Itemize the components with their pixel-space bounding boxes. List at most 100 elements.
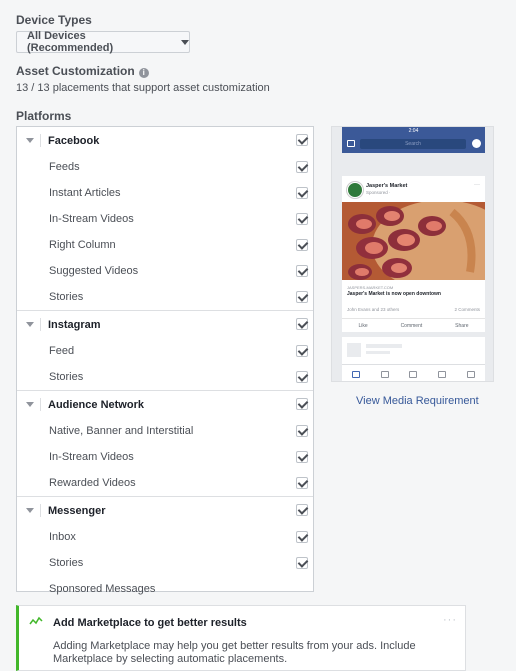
placement-row: Suggested Videos (17, 258, 313, 284)
ad-image (342, 202, 485, 280)
platform-name: Facebook (48, 134, 100, 147)
placement-checkbox[interactable] (296, 291, 308, 303)
collapse-triangle-icon[interactable] (26, 138, 34, 143)
notifications-icon (438, 370, 447, 378)
more-icon: ··· (474, 182, 480, 188)
placement-label: Stories (49, 291, 84, 303)
placement-row: Instant Articles (17, 180, 313, 206)
placement-row: Inbox (17, 524, 313, 550)
placement-checkbox[interactable] (296, 239, 308, 251)
placement-checkbox[interactable] (296, 213, 308, 225)
placement-row: Feed (17, 338, 313, 364)
placement-checkbox[interactable] (296, 345, 308, 357)
caret-down-icon (181, 39, 189, 45)
checkbox-facebook[interactable] (296, 134, 308, 146)
status-time: 2:04 (408, 128, 419, 134)
ad-url: JASPERS-MARKET.COM (347, 285, 394, 290)
placement-row: Native, Banner and Interstitial (17, 418, 313, 444)
placement-preview: 2:04 Search Jasper's Market Sponsored · … (331, 126, 494, 382)
collapse-triangle-icon[interactable] (26, 508, 34, 513)
sponsored-label: Sponsored · (366, 190, 391, 195)
placement-label: In-Stream Videos (49, 213, 134, 225)
divider (40, 318, 41, 331)
platform-header-messenger: Messenger (17, 497, 313, 524)
reactions-summary: John Evans and 23 others (347, 307, 400, 312)
checkbox-messenger[interactable] (296, 504, 308, 516)
phone-header: 2:04 Search (342, 127, 485, 153)
placement-row: Stories (17, 364, 313, 390)
placement-checkbox[interactable] (296, 161, 308, 173)
placement-row: Rewarded Videos (17, 470, 313, 496)
placement-row: In-Stream Videos (17, 444, 313, 470)
marketplace-icon (409, 370, 418, 378)
placeholder-post (342, 337, 485, 365)
placement-label: Inbox (49, 531, 76, 543)
platforms-label: Platforms (16, 109, 72, 123)
platform-section-instagram: Instagram Feed Stories (17, 311, 313, 391)
divider (40, 504, 41, 517)
placement-checkbox[interactable] (296, 187, 308, 199)
placement-checkbox[interactable] (296, 451, 308, 463)
placement-row: Sponsored Messages (17, 576, 313, 602)
device-types-dropdown[interactable]: All Devices (Recommended) (16, 30, 190, 54)
view-media-requirement-link[interactable]: View Media Requirement (356, 395, 479, 407)
comment-action: Comment (400, 322, 423, 329)
share-action: Share (455, 322, 469, 329)
placement-row: Feeds (17, 154, 313, 180)
like-action: Like (358, 322, 368, 329)
platforms-list: Facebook Feeds Instant Articles In-Strea… (16, 126, 314, 595)
platform-section-audience-network: Audience Network Native, Banner and Inte… (17, 391, 313, 497)
info-icon[interactable]: i (138, 68, 149, 78)
placement-label: Stories (49, 371, 84, 383)
placement-label: Feed (49, 345, 75, 357)
placement-label: Suggested Videos (49, 265, 139, 277)
placement-label: Feeds (49, 161, 80, 173)
placement-label: Right Column (49, 239, 116, 251)
asset-customization-summary: 13 / 13 placements that support asset cu… (16, 82, 270, 94)
messenger-icon (472, 139, 481, 148)
placement-checkbox[interactable] (296, 371, 308, 383)
device-types-label: Device Types (16, 13, 92, 27)
placement-label: Rewarded Videos (49, 477, 136, 489)
platform-section-messenger: Messenger Inbox Stories Sponsored Messag… (17, 497, 313, 602)
collapse-triangle-icon[interactable] (26, 322, 34, 327)
placement-checkbox[interactable] (296, 557, 308, 569)
placement-label: Native, Banner and Interstitial (49, 425, 194, 437)
platform-name: Instagram (48, 318, 101, 331)
placement-row: Stories (17, 284, 313, 310)
placement-label: Stories (49, 557, 84, 569)
search-bar: Search (360, 139, 466, 149)
phone-tab-bar (342, 364, 485, 381)
platform-header-audience-network: Audience Network (17, 391, 313, 418)
divider (40, 134, 41, 147)
platform-header-instagram: Instagram (17, 311, 313, 338)
checkbox-instagram[interactable] (296, 318, 308, 330)
platform-name: Audience Network (48, 398, 144, 411)
placement-checkbox[interactable] (296, 265, 308, 277)
checkbox-audience-network[interactable] (296, 398, 308, 410)
menu-icon (466, 370, 475, 378)
placement-row: Stories (17, 550, 313, 576)
notice-title: Add Marketplace to get better results (53, 617, 247, 629)
more-options-icon[interactable]: ··· (443, 614, 457, 626)
collapse-triangle-icon[interactable] (26, 402, 34, 407)
placement-checkbox[interactable] (296, 477, 308, 489)
placement-label: Sponsored Messages (49, 583, 156, 595)
camera-icon (347, 140, 355, 147)
video-icon (380, 370, 389, 378)
divider (40, 398, 41, 411)
page-avatar (347, 182, 363, 198)
placement-label: Instant Articles (49, 187, 121, 199)
comments-count: 2 Comments (454, 307, 480, 312)
news-feed-icon (352, 370, 361, 378)
asset-customization-text: Asset Customization (16, 64, 135, 78)
placement-checkbox[interactable] (296, 531, 308, 543)
placement-row: In-Stream Videos (17, 206, 313, 232)
platform-name: Messenger (48, 504, 106, 517)
asset-customization-label: Asset Customization i (16, 64, 149, 78)
platform-section-facebook: Facebook Feeds Instant Articles In-Strea… (17, 127, 313, 311)
page-name: Jasper's Market (366, 183, 408, 189)
placement-label: In-Stream Videos (49, 451, 134, 463)
fig-tart-image (342, 202, 485, 280)
placement-checkbox[interactable] (296, 425, 308, 437)
